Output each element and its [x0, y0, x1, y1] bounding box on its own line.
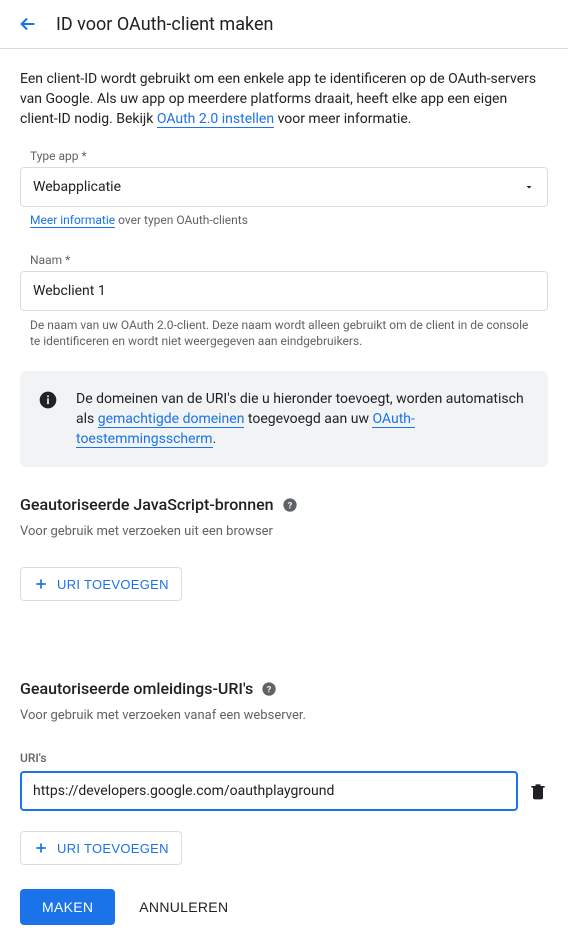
uri-input[interactable] [20, 771, 518, 811]
redirect-title-row: Geautoriseerde omleidings-URI's ? [20, 679, 548, 698]
info-after: . [213, 431, 217, 447]
add-js-uri-label: URI TOEVOEGEN [57, 577, 169, 592]
uri-row [20, 771, 548, 811]
delete-icon[interactable] [528, 781, 548, 801]
app-type-help-after: over typen OAuth-clients [115, 213, 248, 227]
help-icon[interactable]: ? [282, 497, 298, 513]
app-type-value: Webapplicatie [33, 179, 523, 195]
js-origins-section: Geautoriseerde JavaScript-bronnen ? Voor… [20, 495, 548, 601]
arrow-left-icon [17, 13, 39, 35]
info-text: De domeinen van de URI's die u hieronder… [76, 389, 530, 449]
app-type-label: Type app * [20, 149, 548, 163]
authorized-domains-link[interactable]: gemachtigde domeinen [98, 411, 245, 428]
chevron-down-icon [523, 181, 535, 193]
js-origins-title: Geautoriseerde JavaScript-bronnen [20, 495, 274, 514]
page-title: ID voor OAuth-client maken [56, 14, 273, 35]
actions: MAKEN ANNULEREN [20, 889, 548, 925]
info-icon [38, 390, 58, 410]
svg-text:?: ? [267, 684, 272, 695]
domain-info-box: De domeinen van de URI's die u hieronder… [20, 371, 548, 467]
app-type-help: Meer informatie over typen OAuth-clients [20, 213, 548, 227]
js-origins-title-row: Geautoriseerde JavaScript-bronnen ? [20, 495, 548, 514]
name-input[interactable] [20, 271, 548, 311]
name-field: Naam * De naam van uw OAuth 2.0-client. … [20, 253, 548, 349]
redirect-section: Geautoriseerde omleidings-URI's ? Voor g… [20, 679, 548, 865]
app-type-field: Type app * Webapplicatie Meer informatie… [20, 149, 548, 227]
create-button[interactable]: MAKEN [20, 889, 115, 925]
uris-label: URI's [20, 751, 548, 765]
cancel-button[interactable]: ANNULEREN [139, 899, 228, 915]
content: Een client-ID wordt gebruikt om een enke… [0, 49, 568, 949]
js-origins-desc: Voor gebruik met verzoeken uit een brows… [20, 524, 548, 539]
back-button[interactable] [16, 12, 40, 36]
oauth-setup-link[interactable]: OAuth 2.0 instellen [157, 111, 274, 128]
name-label: Naam * [20, 253, 548, 267]
info-mid: toegevoegd aan uw [244, 411, 372, 427]
add-redirect-uri-label: URI TOEVOEGEN [57, 841, 169, 856]
intro-text: Een client-ID wordt gebruikt om een enke… [20, 69, 548, 129]
intro-after: voor meer informatie. [274, 111, 411, 127]
plus-icon [33, 576, 49, 592]
redirect-title: Geautoriseerde omleidings-URI's [20, 679, 253, 698]
name-hint: De naam van uw OAuth 2.0-client. Deze na… [20, 317, 548, 349]
more-info-link[interactable]: Meer informatie [30, 213, 115, 228]
redirect-desc: Voor gebruik met verzoeken vanaf een web… [20, 708, 548, 723]
page-header: ID voor OAuth-client maken [0, 0, 568, 49]
add-redirect-uri-button[interactable]: URI TOEVOEGEN [20, 831, 182, 865]
svg-text:?: ? [287, 500, 292, 511]
app-type-select[interactable]: Webapplicatie [20, 167, 548, 207]
add-js-uri-button[interactable]: URI TOEVOEGEN [20, 567, 182, 601]
help-icon[interactable]: ? [261, 681, 277, 697]
